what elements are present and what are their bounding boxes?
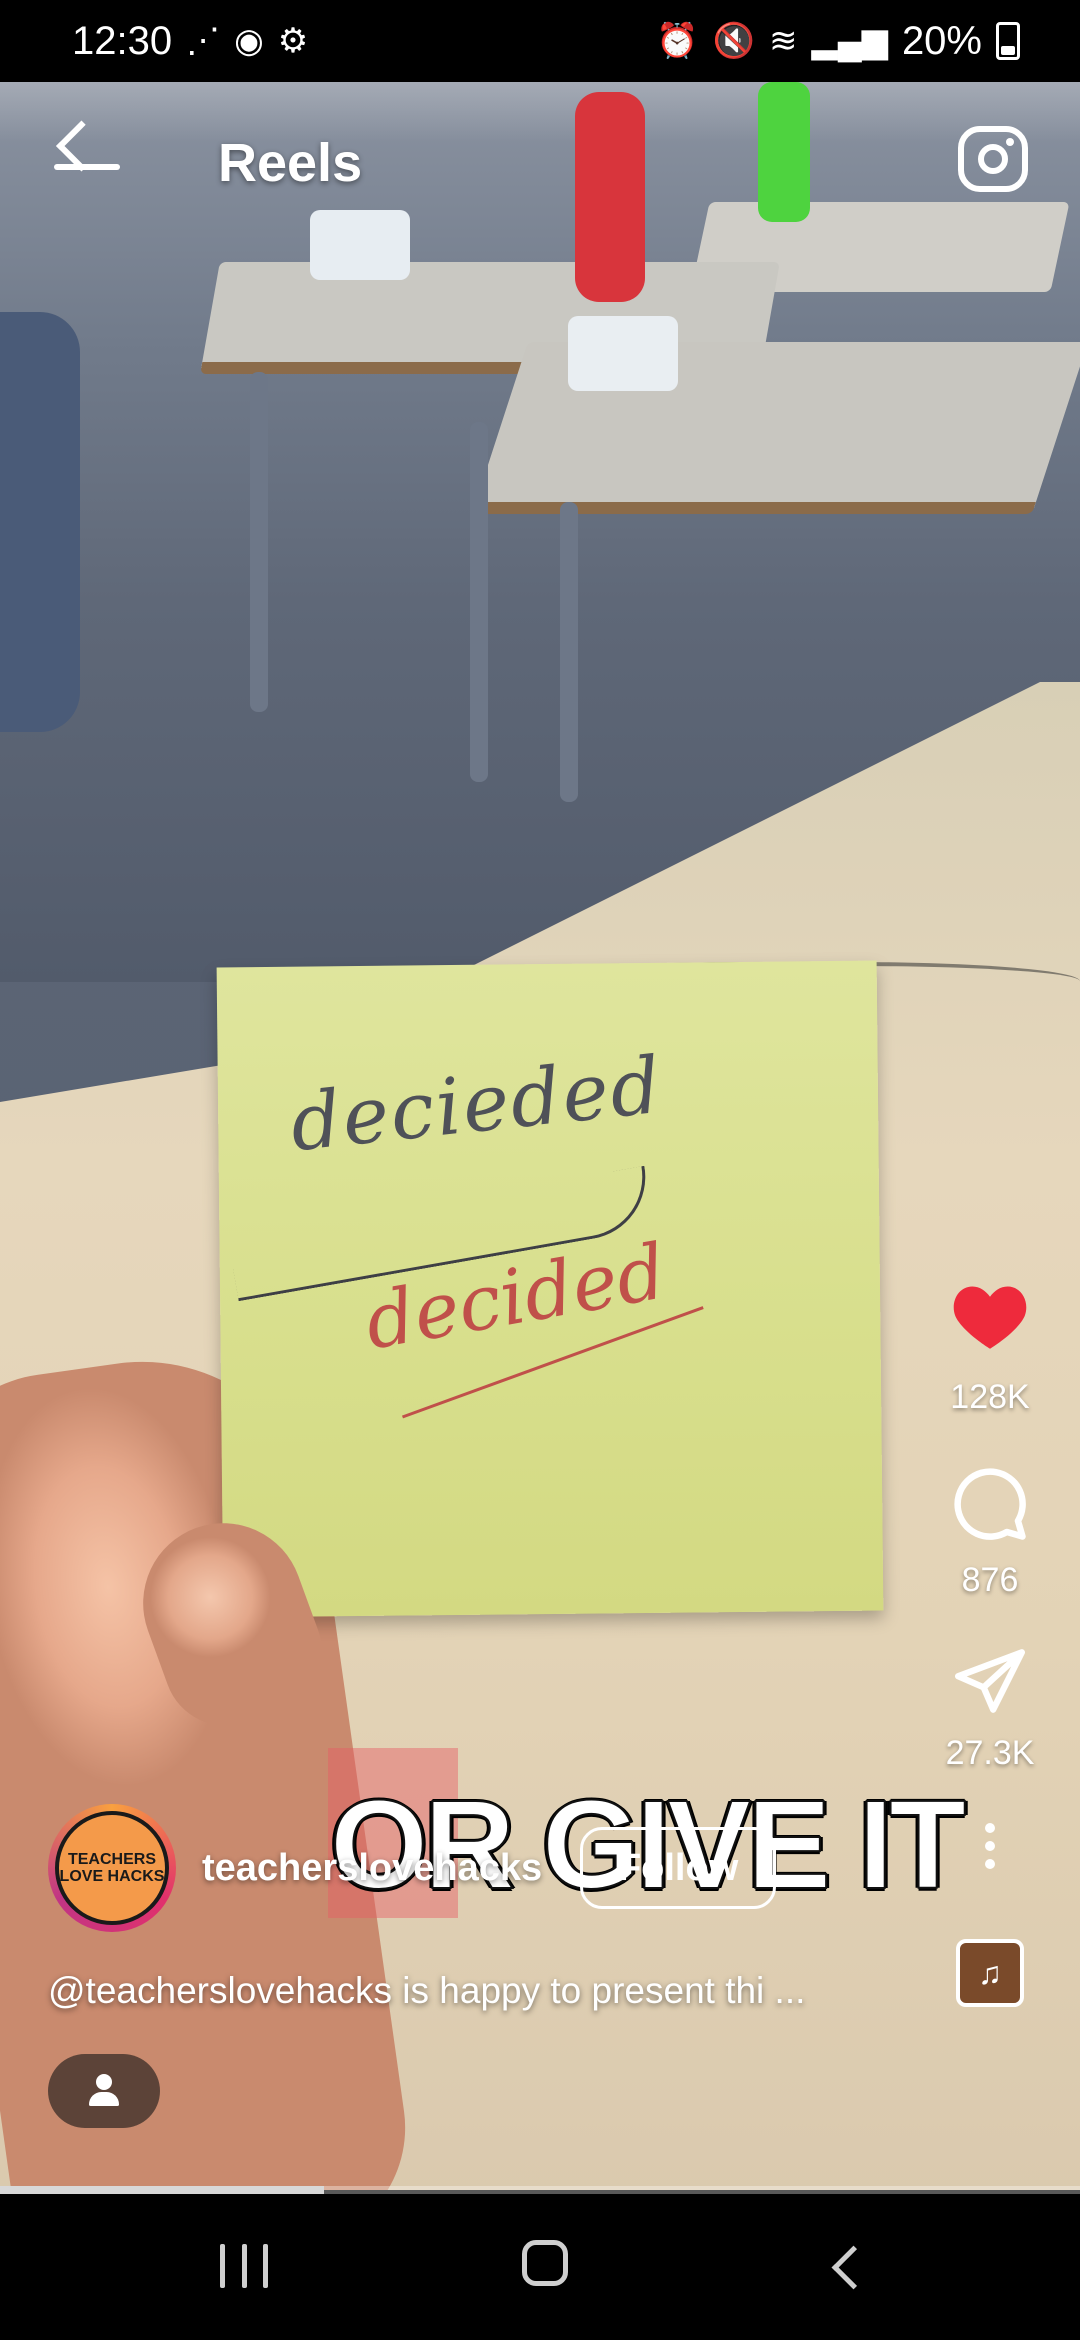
cell-signal-icon: ▂▄▆	[811, 22, 888, 60]
comment-count: 876	[961, 1561, 1019, 1599]
home-button[interactable]	[522, 2240, 568, 2286]
tagged-people-button[interactable]	[48, 2054, 160, 2128]
status-time: 12:30	[72, 18, 173, 63]
camera-icon[interactable]	[958, 126, 1028, 192]
action-rail: 128K 876 27.3K ♫	[930, 1280, 1050, 2007]
signal-activity-icon: ⋰	[186, 22, 221, 60]
like-count: 128K	[950, 1378, 1030, 1416]
status-left: 12:30 ⋰ ◉ ⚙	[72, 19, 308, 64]
system-nav-bar	[0, 2194, 1080, 2340]
reel-description[interactable]: @teacherslovehacks is happy to present t…	[48, 1970, 805, 2012]
chair-shape	[0, 312, 80, 732]
back-button[interactable]	[40, 128, 136, 208]
share-count: 27.3K	[945, 1734, 1035, 1772]
video-progress-bar[interactable]	[0, 2186, 1080, 2194]
avatar-ring[interactable]: TEACHERS LOVE HACKS	[48, 1804, 176, 1932]
music-note-icon: ♫	[978, 1954, 1002, 1991]
more-options-icon[interactable]	[984, 1823, 996, 1869]
system-back-button[interactable]	[831, 2245, 876, 2290]
top-bar: Reels	[0, 104, 1080, 224]
author-handle[interactable]: teacherslovehacks	[202, 1847, 542, 1890]
music-thumbnail[interactable]: ♫	[956, 1939, 1024, 2007]
status-bar: 12:30 ⋰ ◉ ⚙ ⏰ 🔇 ≋ ▂▄▆ 20%	[0, 0, 1080, 82]
battery-icon	[996, 22, 1020, 60]
desk-shape	[472, 342, 1080, 514]
desk-leg	[250, 372, 268, 712]
desk-leg	[470, 422, 488, 782]
video-progress-fill	[0, 2186, 324, 2194]
comment-icon[interactable]	[951, 1465, 1029, 1543]
person-icon	[89, 2074, 119, 2108]
wifi-icon: ≋	[769, 22, 798, 60]
page-title: Reels	[218, 133, 363, 193]
status-right: ⏰ 🔇 ≋ ▂▄▆ 20%	[656, 19, 1020, 64]
desk-leg	[560, 502, 578, 802]
avatar: TEACHERS LOVE HACKS	[55, 1811, 169, 1925]
alarm-icon: ⏰	[656, 22, 699, 60]
gear-icon: ⚙	[277, 22, 309, 60]
heart-icon[interactable]	[950, 1280, 1030, 1360]
mute-icon: 🔇	[712, 22, 756, 60]
food-container	[568, 316, 678, 391]
recents-button[interactable]	[220, 2244, 268, 2288]
follow-button[interactable]: Follow	[580, 1827, 777, 1909]
battery-percent: 20%	[901, 18, 982, 63]
back-arrow-icon	[54, 164, 120, 170]
share-icon[interactable]	[951, 1646, 1029, 1716]
circle-check-icon: ◉	[234, 22, 264, 60]
author-row: TEACHERS LOVE HACKS teacherslovehacks Fo…	[48, 1802, 777, 1934]
